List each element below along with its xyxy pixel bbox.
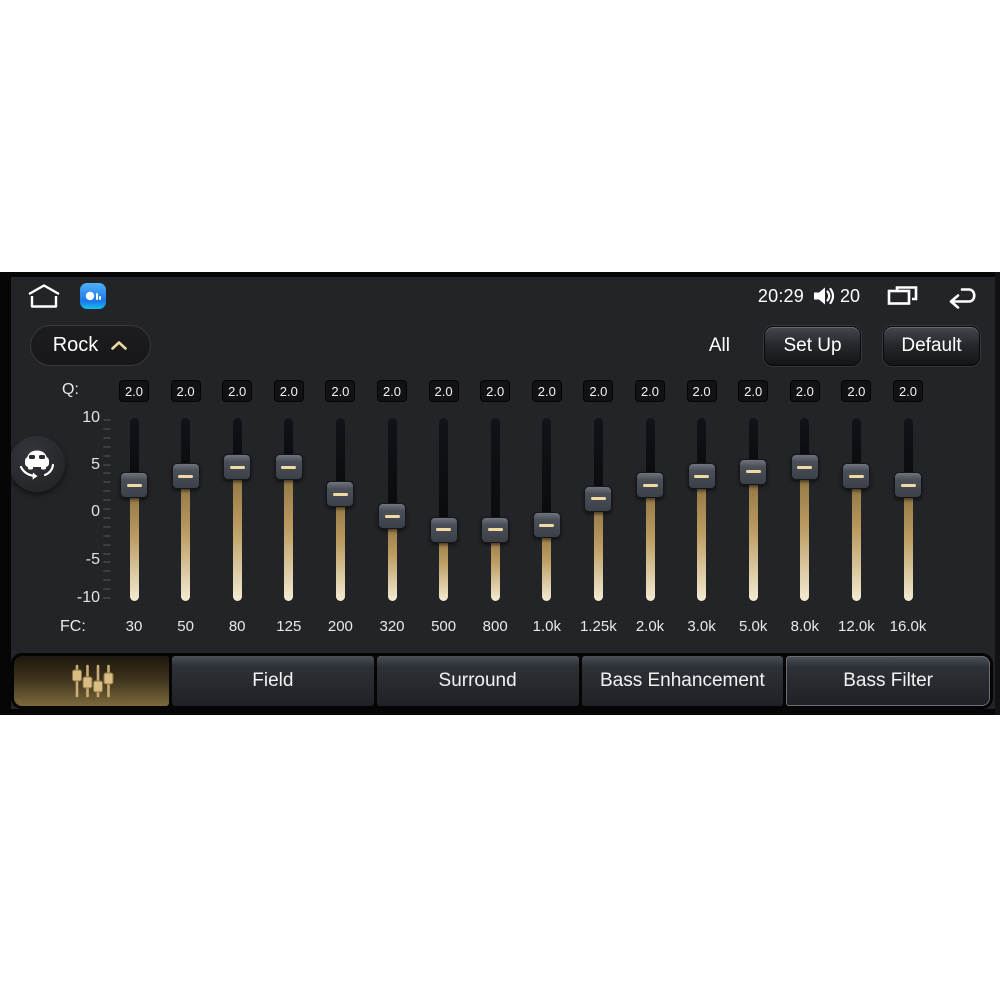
q-value-box[interactable]: 2.0: [738, 380, 769, 402]
eq-band-8.0k: 2.0 8.0k: [779, 272, 831, 715]
slider-handle[interactable]: [842, 463, 871, 490]
slider-handle[interactable]: [120, 472, 148, 499]
eq-band-125: 2.0 125: [263, 272, 315, 715]
slider-handle[interactable]: [171, 463, 200, 490]
slider-handle[interactable]: [274, 454, 303, 481]
slider-track-lower[interactable]: [593, 498, 603, 601]
eq-bands: 2.0 30 2.0 50 2.0 80 2.0 125 2.0 200 2.0 320 2.0 500 2…: [0, 272, 1000, 715]
tab-field[interactable]: Field: [172, 656, 374, 706]
tab-bass-filter[interactable]: Bass Filter: [786, 656, 990, 706]
slider-handle[interactable]: [790, 454, 819, 481]
q-value-box[interactable]: 2.0: [480, 380, 511, 402]
eq-band-30: 2.0 30: [108, 272, 160, 715]
slider-track-lower[interactable]: [748, 471, 758, 601]
slider-track-lower[interactable]: [335, 494, 345, 601]
bottom-tab-bar: Field Surround Bass Enhancement Bass Fil…: [11, 653, 993, 709]
q-value-box[interactable]: 2.0: [583, 380, 614, 402]
q-value-box[interactable]: 2.0: [222, 380, 253, 402]
equalizer-sliders-icon: [68, 663, 116, 699]
eq-band-80: 2.0 80: [211, 272, 263, 715]
eq-band-1.0k: 2.0 1.0k: [521, 272, 573, 715]
tab-equalizer[interactable]: [14, 656, 169, 706]
bezel-left: [0, 272, 11, 715]
slider-handle[interactable]: [326, 481, 355, 508]
q-value-box[interactable]: 2.0: [635, 380, 665, 402]
page: 20:29 20 Rock All Set Up Default Q: FC: …: [0, 0, 1000, 1000]
slider-handle[interactable]: [894, 472, 922, 499]
slider-track-lower[interactable]: [181, 476, 191, 601]
eq-band-500: 2.0 500: [418, 272, 470, 715]
slider-track-lower[interactable]: [903, 485, 913, 601]
freq-label: 16.0k: [889, 618, 927, 635]
q-value-box[interactable]: 2.0: [325, 380, 356, 402]
eq-band-200: 2.0 200: [314, 272, 366, 715]
slider-handle[interactable]: [378, 503, 406, 530]
slider-handle[interactable]: [481, 516, 510, 543]
head-unit-screen: 20:29 20 Rock All Set Up Default Q: FC: …: [0, 272, 1000, 715]
slider-handle[interactable]: [687, 463, 716, 490]
q-value-box[interactable]: 2.0: [170, 380, 201, 402]
slider-handle[interactable]: [584, 485, 613, 512]
q-value-box[interactable]: 2.0: [686, 380, 717, 402]
slider-handle[interactable]: [739, 458, 768, 485]
slider-track-upper[interactable]: [387, 418, 397, 517]
tab-surround-label: Surround: [438, 670, 517, 691]
slider-track-lower[interactable]: [284, 467, 294, 601]
bezel-right: [995, 272, 1000, 715]
tab-bass-filter-label: Bass Filter: [843, 670, 933, 691]
tab-bass-enhancement[interactable]: Bass Enhancement: [581, 656, 784, 706]
slider-track-lower[interactable]: [387, 516, 397, 601]
slider-track-lower[interactable]: [232, 467, 242, 601]
slider-track-upper[interactable]: [439, 418, 449, 530]
eq-band-800: 2.0 800: [469, 272, 521, 715]
slider-handle[interactable]: [429, 516, 458, 543]
eq-band-2.0k: 2.0 2.0k: [624, 272, 676, 715]
slider-track-upper[interactable]: [542, 418, 552, 526]
q-value-box[interactable]: 2.0: [789, 380, 820, 402]
slider-handle[interactable]: [223, 454, 252, 481]
tab-surround[interactable]: Surround: [376, 656, 579, 706]
bezel-top: [0, 272, 1000, 277]
bezel-bottom: [0, 709, 1000, 715]
eq-band-320: 2.0 320: [366, 272, 418, 715]
q-value-box[interactable]: 2.0: [428, 380, 459, 402]
q-value-box[interactable]: 2.0: [119, 380, 149, 402]
q-value-box[interactable]: 2.0: [841, 380, 872, 402]
slider-track-upper[interactable]: [490, 418, 500, 530]
slider-handle[interactable]: [532, 512, 561, 539]
slider-track-lower[interactable]: [697, 476, 707, 601]
slider-track-lower[interactable]: [800, 467, 810, 601]
q-value-box[interactable]: 2.0: [273, 380, 304, 402]
eq-band-3.0k: 2.0 3.0k: [676, 272, 728, 715]
eq-band-50: 2.0 50: [160, 272, 212, 715]
slider-track-lower[interactable]: [129, 485, 139, 601]
eq-band-12.0k: 2.0 12.0k: [830, 272, 882, 715]
eq-band-5.0k: 2.0 5.0k: [727, 272, 779, 715]
q-value-box[interactable]: 2.0: [893, 380, 923, 402]
tab-bass-enhancement-label: Bass Enhancement: [599, 670, 765, 691]
slider-track-lower[interactable]: [645, 485, 655, 601]
slider-handle[interactable]: [636, 472, 664, 499]
tab-field-label: Field: [252, 670, 294, 691]
eq-band-1.25k: 2.0 1.25k: [572, 272, 624, 715]
q-value-box[interactable]: 2.0: [377, 380, 407, 402]
slider-track-lower[interactable]: [851, 476, 861, 601]
eq-band-16.0k: 2.0 16.0k: [882, 272, 934, 715]
q-value-box[interactable]: 2.0: [531, 380, 562, 402]
